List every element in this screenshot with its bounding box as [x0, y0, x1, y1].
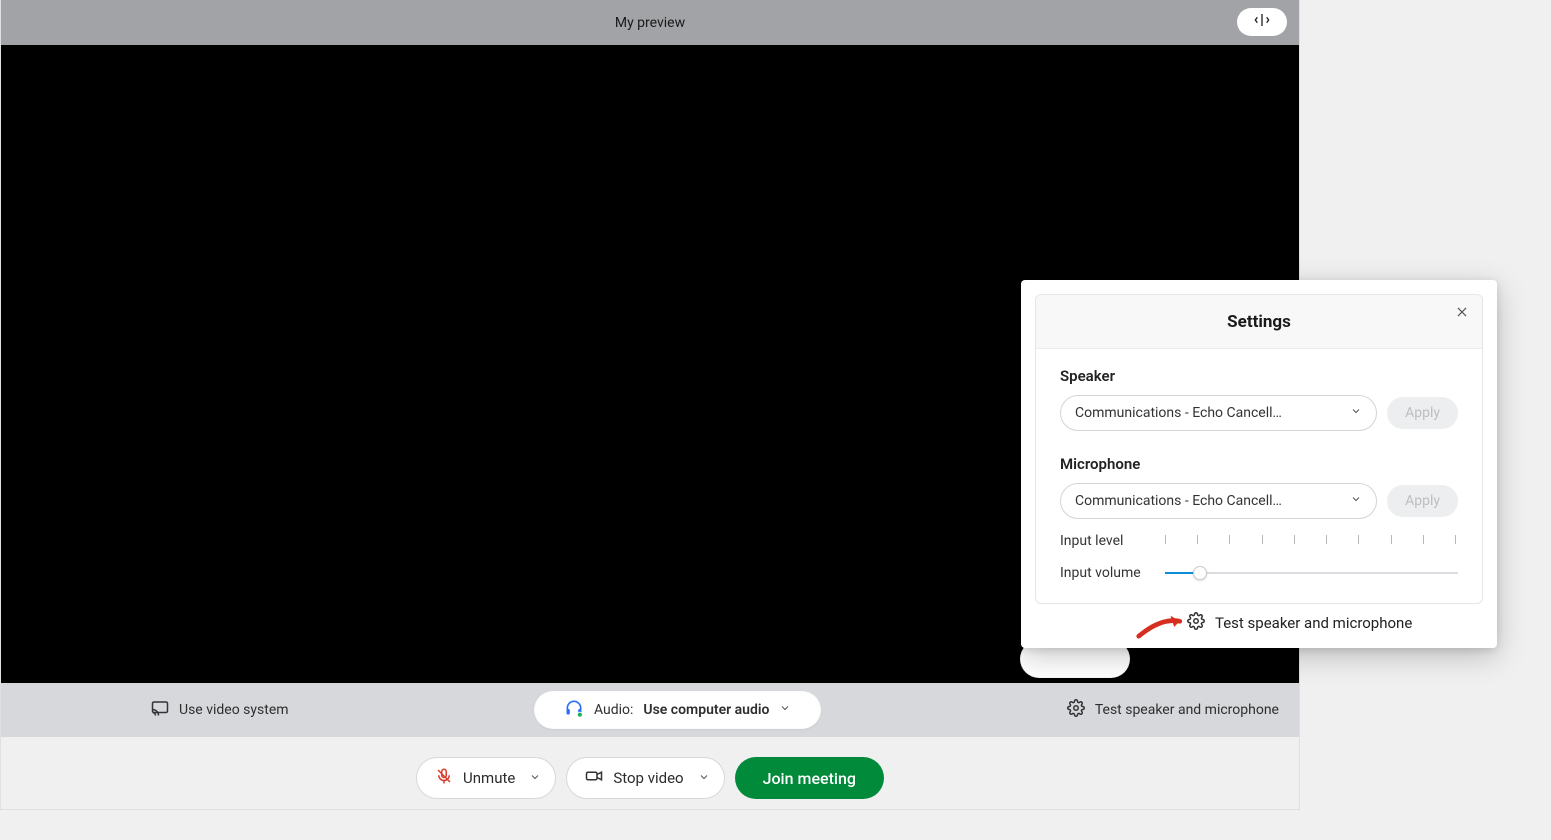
gear-icon — [1187, 612, 1205, 634]
speaker-device-value: Communications - Echo Cancellin... — [1075, 405, 1285, 421]
apply-speaker-button: Apply — [1387, 397, 1458, 429]
camera-icon — [585, 767, 603, 789]
mirror-toggle-button[interactable] — [1237, 8, 1287, 36]
slider-track — [1165, 572, 1458, 574]
mic-muted-icon — [435, 767, 453, 789]
use-video-system-button[interactable]: Use video system — [151, 699, 289, 721]
unmute-button[interactable]: Unmute — [416, 757, 556, 799]
audio-options-bar: Use video system Audio: Use computer aud… — [1, 683, 1299, 737]
input-level-meter — [1165, 534, 1458, 548]
apply-mic-button: Apply — [1387, 485, 1458, 517]
apply-speaker-label: Apply — [1405, 405, 1440, 421]
close-icon — [1455, 304, 1469, 323]
mirror-icon — [1254, 12, 1270, 32]
test-speaker-mic-label: Test speaker and microphone — [1095, 702, 1279, 718]
settings-title: Settings — [1227, 312, 1291, 332]
slider-thumb[interactable] — [1193, 566, 1207, 580]
join-meeting-label: Join meeting — [763, 769, 856, 788]
input-volume-slider[interactable] — [1165, 563, 1458, 583]
settings-header: Settings — [1036, 295, 1482, 349]
speaker-device-select[interactable]: Communications - Echo Cancellin... — [1060, 395, 1377, 431]
gear-icon — [1067, 699, 1085, 721]
mic-device-value: Communications - Echo Cancellin... — [1075, 493, 1285, 509]
popover-test-label: Test speaker and microphone — [1215, 614, 1412, 632]
audio-mode-selector[interactable]: Audio: Use computer audio — [534, 691, 821, 729]
test-speaker-mic-button[interactable]: Test speaker and microphone — [1067, 699, 1279, 721]
settings-panel: Settings Speaker Communications - Echo C… — [1035, 294, 1483, 604]
input-volume-label: Input volume — [1060, 565, 1165, 581]
chevron-down-icon[interactable] — [529, 769, 541, 787]
input-level-label: Input level — [1060, 533, 1165, 549]
cast-icon — [151, 699, 169, 721]
popover-test-speaker-mic-button[interactable]: Test speaker and microphone — [1187, 612, 1412, 634]
mic-device-select[interactable]: Communications - Echo Cancellin... — [1060, 483, 1377, 519]
settings-popover: Settings Speaker Communications - Echo C… — [1021, 280, 1497, 648]
bottom-controls: Unmute Stop video Join meeting — [1, 737, 1299, 809]
chevron-down-icon — [1350, 493, 1362, 509]
preview-header: My preview — [1, 0, 1299, 45]
chevron-down-icon — [1350, 405, 1362, 421]
chevron-down-icon[interactable] — [698, 769, 710, 787]
annotation-arrow-icon — [1135, 608, 1191, 642]
speaker-section-label: Speaker — [1060, 367, 1458, 385]
headset-icon — [564, 698, 584, 722]
settings-body: Speaker Communications - Echo Cancellin.… — [1036, 349, 1482, 583]
close-settings-button[interactable] — [1452, 303, 1472, 323]
stop-video-label: Stop video — [613, 769, 683, 787]
use-video-system-label: Use video system — [179, 702, 289, 718]
unmute-label: Unmute — [463, 769, 515, 787]
preview-title: My preview — [615, 15, 685, 31]
mic-section-label: Microphone — [1060, 455, 1458, 473]
audio-mode-prefix: Audio: — [594, 702, 633, 718]
join-meeting-button[interactable]: Join meeting — [735, 757, 884, 799]
audio-mode-value: Use computer audio — [643, 702, 769, 718]
chevron-down-icon — [779, 702, 791, 718]
apply-mic-label: Apply — [1405, 493, 1440, 509]
stop-video-button[interactable]: Stop video — [566, 757, 724, 799]
